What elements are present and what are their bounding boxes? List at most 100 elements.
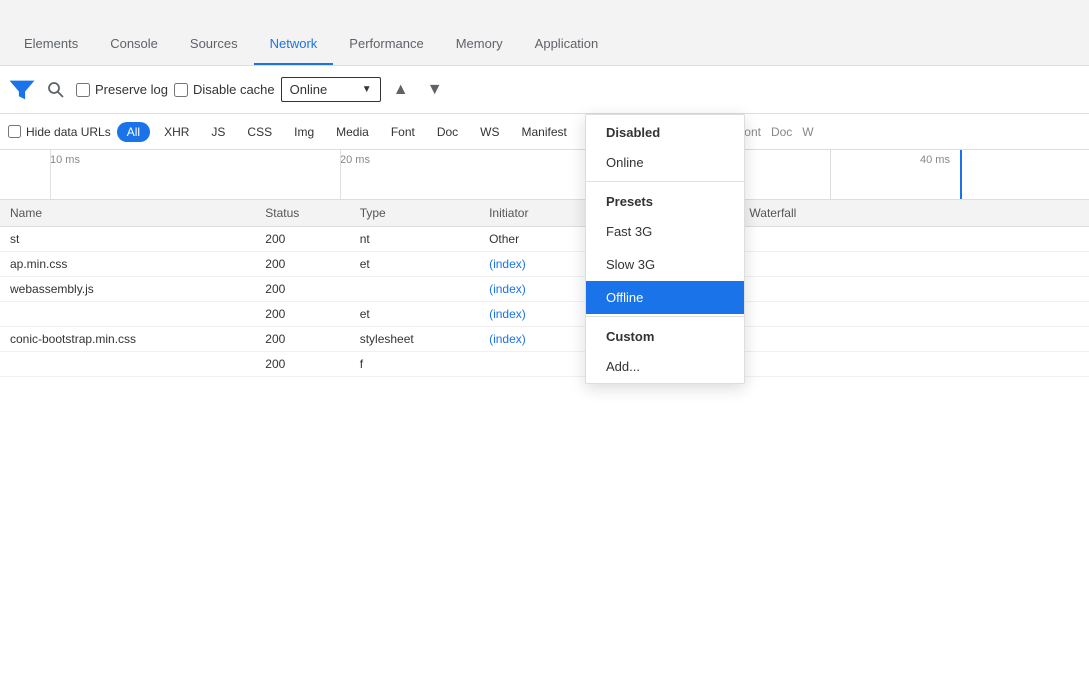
tab-network[interactable]: Network [254,0,334,65]
dropdown-item-slow3g[interactable]: Slow 3G [586,248,744,281]
tab-console[interactable]: Console [94,0,174,65]
cell-status: 200 [255,302,349,327]
preserve-log-checkbox[interactable]: Preserve log [76,82,168,97]
cell-status: 200 [255,227,349,252]
tab-performance[interactable]: Performance [333,0,439,65]
cell-name [0,302,255,327]
tab-memory[interactable]: Memory [440,0,519,65]
upload-icon[interactable]: ▲ [387,76,415,104]
cell-waterfall [739,252,1089,277]
table-row: st 200 nt Other [0,227,1089,252]
online-dropdown-label: Online [290,82,328,97]
initiator-link[interactable]: (index) [489,257,526,271]
filter-chip-xhr[interactable]: XHR [156,122,197,142]
dropdown-item-add[interactable]: Add... [586,350,744,383]
dropdown-divider-2 [586,316,744,317]
timeline-line-10ms [50,150,51,199]
filter-chip-css[interactable]: CSS [239,122,280,142]
filter-icon[interactable] [8,76,36,104]
hide-data-urls-checkbox[interactable]: Hide data URLs [8,125,111,139]
cell-initiator: (index) [479,327,583,352]
cell-waterfall [739,352,1089,377]
cell-initiator: (index) [479,252,583,277]
filter-bar: Hide data URLs All XHR JS CSS Img Media … [0,114,1089,150]
dropdown-item-online[interactable]: Online [586,146,744,179]
cell-type: stylesheet [350,327,479,352]
col-name[interactable]: Name [0,200,255,227]
cell-status: 200 [255,352,349,377]
doc-label2: Doc [771,125,792,139]
tab-sources[interactable]: Sources [174,0,254,65]
table-row: 200 et (index) [0,302,1089,327]
tab-elements[interactable]: Elements [8,0,94,65]
timeline-line-mid2 [830,150,831,199]
cell-type: et [350,302,479,327]
filter-chip-ws[interactable]: WS [472,122,507,142]
filter-chip-font[interactable]: Font [383,122,423,142]
filter-chip-all[interactable]: All [117,122,150,142]
table-header-row: Name Status Type Initiator Size Time Wat… [0,200,1089,227]
cell-name: ap.min.css [0,252,255,277]
cell-status: 200 [255,252,349,277]
cell-name [0,352,255,377]
cell-status: 200 [255,327,349,352]
cell-status: 200 [255,277,349,302]
cell-type [350,277,479,302]
preserve-log-label: Preserve log [95,82,168,97]
timeline-blue-marker [960,150,962,199]
network-table: Name Status Type Initiator Size Time Wat… [0,200,1089,377]
disable-cache-checkbox[interactable]: Disable cache [174,82,275,97]
cell-name: conic-bootstrap.min.css [0,327,255,352]
initiator-link[interactable]: (index) [489,282,526,296]
table-row: 200 f [0,352,1089,377]
timeline-line-20ms [340,150,341,199]
initiator-link[interactable]: (index) [489,332,526,346]
table-row: webassembly.js 200 (index) [0,277,1089,302]
cell-type: nt [350,227,479,252]
disable-cache-label: Disable cache [193,82,275,97]
cell-initiator [479,352,583,377]
cell-type: et [350,252,479,277]
initiator-link[interactable]: (index) [489,307,526,321]
cell-initiator: (index) [479,302,583,327]
dropdown-section-disabled: Disabled [586,115,744,146]
timeline-ruler: 10 ms 20 ms 40 ms [0,150,1089,199]
filter-chip-manifest[interactable]: Manifest [514,122,575,142]
dropdown-divider [586,181,744,182]
network-table-container: Name Status Type Initiator Size Time Wat… [0,200,1089,692]
table-row: conic-bootstrap.min.css 200 stylesheet (… [0,327,1089,352]
cell-waterfall [739,227,1089,252]
dropdown-item-offline[interactable]: Offline [586,281,744,314]
throttling-dropdown: Disabled Online Presets Fast 3G Slow 3G … [585,114,745,384]
col-type[interactable]: Type [350,200,479,227]
timeline: 10 ms 20 ms 40 ms [0,150,1089,200]
table-row: ap.min.css 200 et (index) [0,252,1089,277]
cell-initiator: Other [479,227,583,252]
filter-chip-media[interactable]: Media [328,122,377,142]
col-status[interactable]: Status [255,200,349,227]
cell-initiator: (index) [479,277,583,302]
col-waterfall[interactable]: Waterfall [739,200,1089,227]
filter-chip-img[interactable]: Img [286,122,322,142]
hide-data-urls-label: Hide data URLs [26,125,111,139]
timeline-mark-10ms: 10 ms [50,150,80,166]
dropdown-section-custom: Custom [586,319,744,350]
cell-name: webassembly.js [0,277,255,302]
tab-bar: Elements Console Sources Network Perform… [0,0,1089,66]
cell-waterfall [739,327,1089,352]
filter-chip-js[interactable]: JS [203,122,233,142]
cell-name: st [0,227,255,252]
timeline-mark-40ms: 40 ms [920,150,950,166]
download-icon[interactable]: ▼ [421,76,449,104]
dropdown-item-fast3g[interactable]: Fast 3G [586,215,744,248]
timeline-mark-20ms: 20 ms [340,150,370,166]
w-label: W [802,125,813,139]
col-initiator[interactable]: Initiator [479,200,583,227]
filter-chip-doc[interactable]: Doc [429,122,466,142]
tab-application[interactable]: Application [519,0,615,65]
online-dropdown[interactable]: Online ▼ [281,77,381,102]
cell-waterfall [739,277,1089,302]
cell-waterfall [739,302,1089,327]
dropdown-section-presets: Presets [586,184,744,215]
search-icon[interactable] [42,76,70,104]
